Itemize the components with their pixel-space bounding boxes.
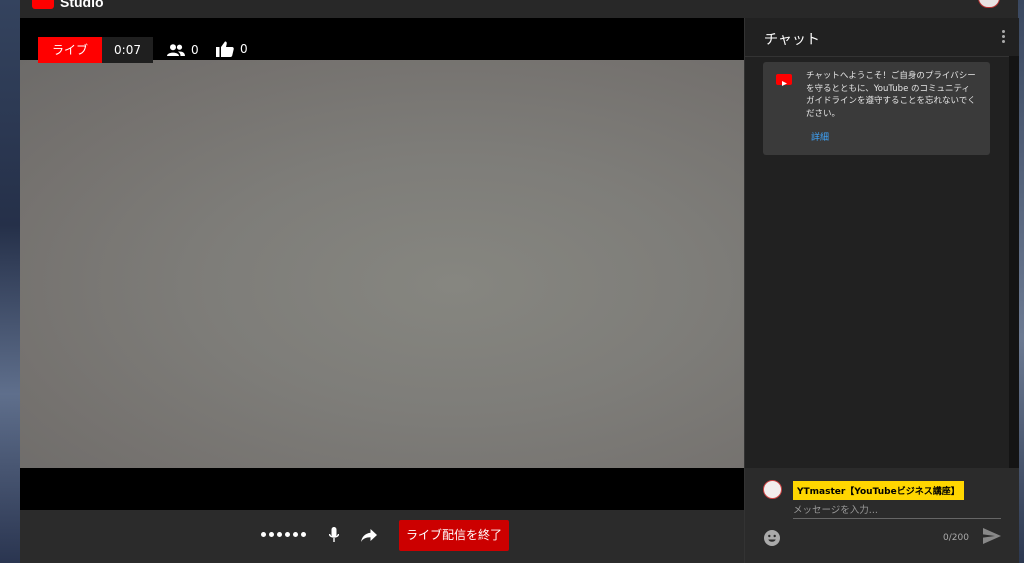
live-label: ライブ — [38, 37, 103, 63]
welcome-text: チャットへようこそ！ご自身のプライバシーを守るとともに、YouTube のコミュ… — [806, 71, 976, 119]
like-count: 0 — [216, 41, 248, 57]
viewers-icon — [167, 44, 185, 56]
chat-scrollbar[interactable] — [1009, 56, 1019, 468]
viewer-count-value: 0 — [191, 43, 199, 57]
desktop-wallpaper-left — [0, 0, 20, 563]
stream-key-masked — [261, 532, 306, 537]
viewer-count: 0 — [167, 43, 199, 57]
details-link[interactable]: 詳細 — [811, 130, 829, 143]
send-icon[interactable] — [983, 528, 1001, 544]
chat-composer: YTmaster【YouTubeビジネス講座】 メッセージを入力... 0/20… — [745, 468, 1019, 563]
chat-welcome-message: チャットへようこそ！ご自身のプライバシーを守るとともに、YouTube のコミュ… — [763, 62, 990, 155]
live-chat-panel: チャット チャットへようこそ！ご自身のプライバシーを守るとともに、YouTube… — [744, 18, 1019, 563]
live-studio-window: Studio ライブ 0:07 0 0 ライブ配信を終了 チャット チャットへよ… — [20, 0, 1019, 563]
emoji-icon[interactable] — [764, 530, 780, 546]
brand-text: Studio — [60, 0, 104, 10]
top-bar: Studio — [20, 0, 1018, 19]
user-name-chip: YTmaster【YouTubeビジネス講座】 — [793, 481, 964, 500]
char-counter: 0/200 — [943, 533, 969, 543]
studio-logo[interactable]: Studio — [32, 0, 104, 10]
chat-message-input[interactable]: メッセージを入力... — [793, 502, 1001, 519]
mic-icon[interactable] — [329, 527, 339, 543]
stream-controls: ライブ配信を終了 — [20, 510, 744, 563]
share-icon[interactable] — [361, 529, 377, 542]
stream-duration: 0:07 — [102, 37, 153, 63]
account-avatar[interactable] — [978, 0, 1000, 8]
youtube-logo-icon — [776, 74, 792, 86]
user-avatar — [763, 480, 782, 499]
chat-header: チャット — [745, 18, 1019, 57]
like-icon — [216, 41, 234, 57]
chat-title: チャット — [764, 32, 820, 48]
video-player: ライブ 0:07 0 0 — [20, 18, 744, 510]
youtube-logo-icon — [32, 0, 54, 9]
like-count-value: 0 — [240, 42, 248, 56]
live-status-badge: ライブ 0:07 — [38, 37, 153, 63]
camera-preview — [20, 60, 744, 468]
end-stream-button[interactable]: ライブ配信を終了 — [399, 520, 509, 551]
more-vert-icon[interactable] — [1002, 30, 1005, 43]
